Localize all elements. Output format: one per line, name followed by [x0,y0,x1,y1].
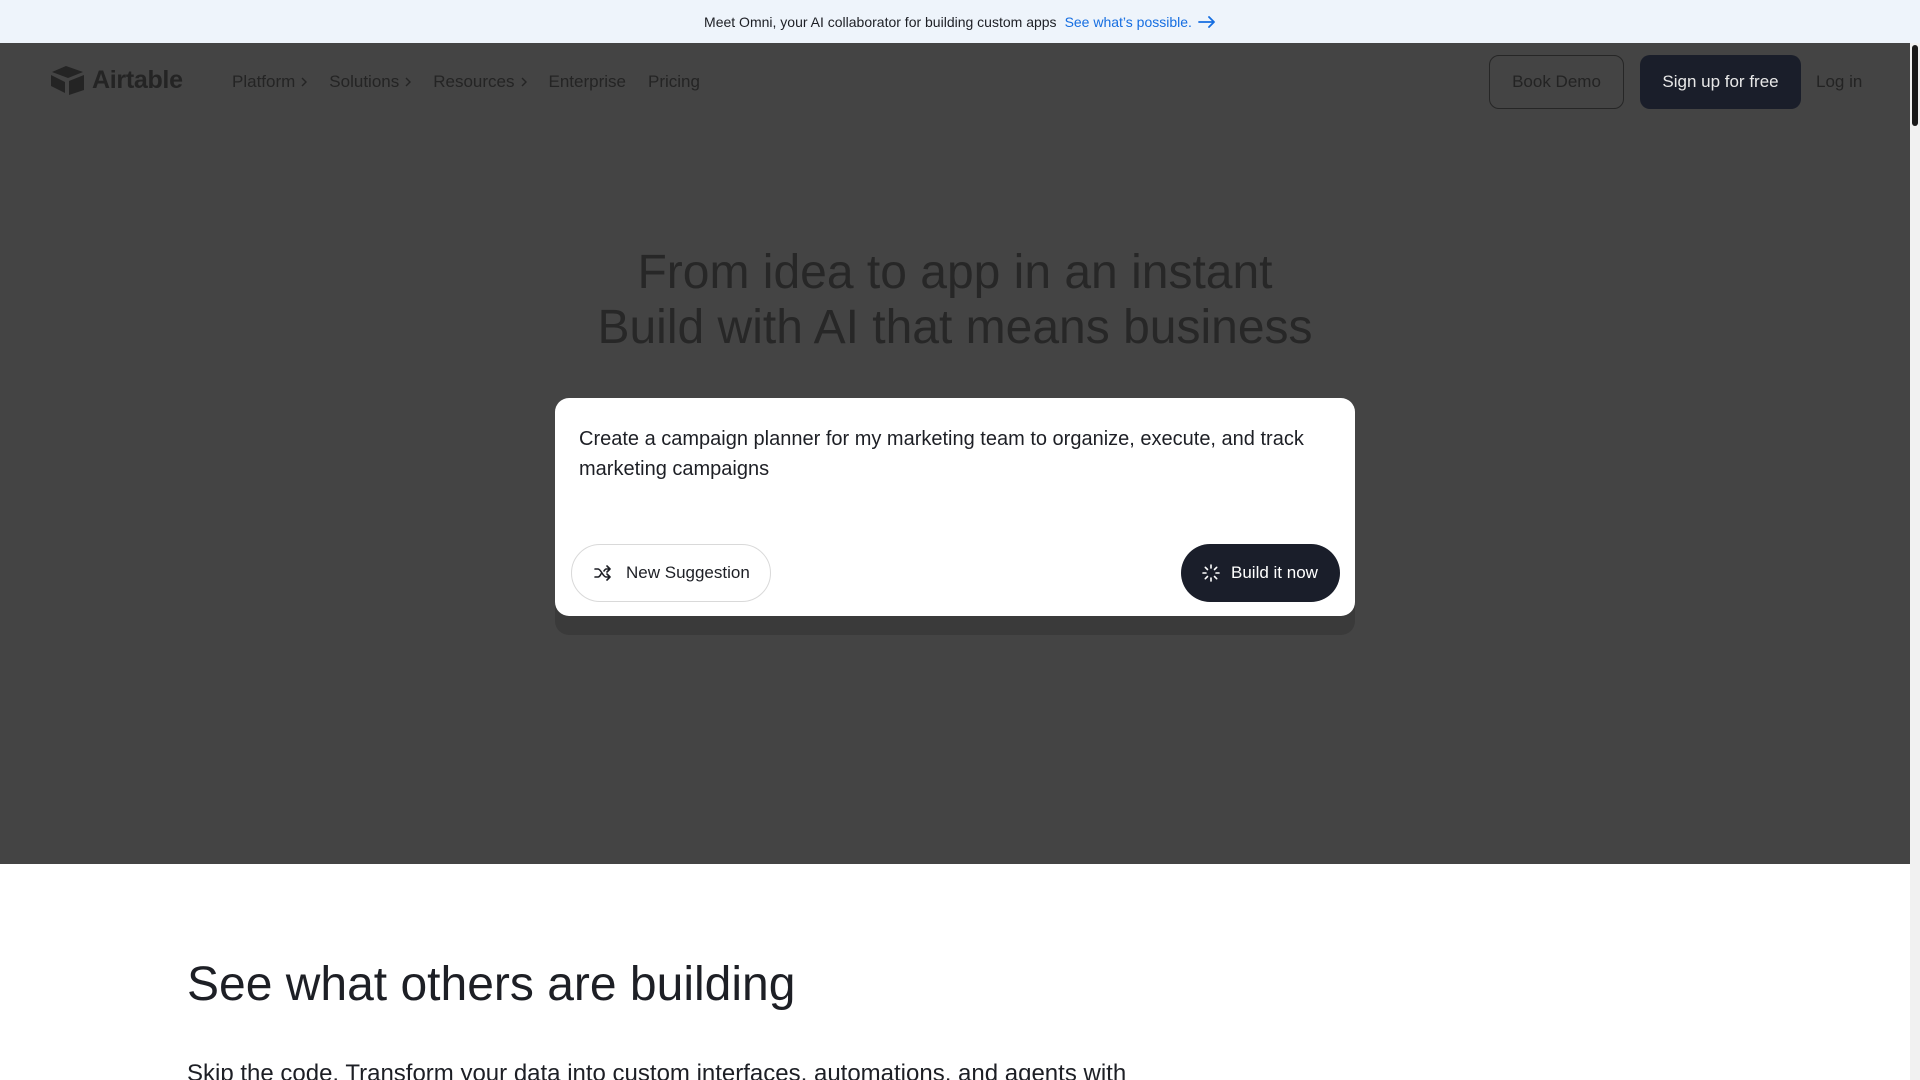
page-scrollbar[interactable] [1910,43,1920,1080]
nav-links: Platform Solutions Resources Enterprise … [232,43,722,120]
log-in-link[interactable]: Log in [1816,55,1862,109]
chevron-right-icon [521,77,527,86]
section-subtitle: Skip the code. Transform your data into … [187,1060,1127,1080]
hero-section: Airtable Platform Solutions Resources En… [0,43,1910,864]
banner-message: Meet Omni, your AI collaborator for buil… [704,13,1057,30]
nav-item-solutions[interactable]: Solutions [329,71,412,92]
hero-headline: From idea to app in an instant Build wit… [0,245,1910,355]
build-it-now-button[interactable]: Build it now [1181,544,1340,602]
prompt-input[interactable]: Create a campaign planner for my marketi… [579,424,1339,484]
nav-item-label: Pricing [647,71,700,91]
build-it-now-label: Build it now [1231,563,1318,582]
nav-item-label: Platform [232,71,296,91]
arrow-right-icon [1198,15,1215,28]
chevron-right-icon [405,77,412,86]
nav-item-label: Solutions [329,71,400,91]
new-suggestion-label: New Suggestion [626,563,750,582]
loading-spinner-icon [1202,564,1220,582]
prompt-card: Create a campaign planner for my marketi… [555,398,1355,616]
section-title: See what others are building [187,958,796,1011]
logo-text: Airtable [92,65,183,94]
announcement-banner: Meet Omni, your AI collaborator for buil… [0,0,1920,43]
shuffle-icon [594,565,611,581]
headline-line-1: From idea to app in an instant [637,246,1273,299]
nav-item-platform[interactable]: Platform [232,71,308,92]
nav-item-label: Enterprise [548,71,626,91]
banner-link-label: See what’s possible. [1064,13,1192,30]
nav-item-label: Resources [433,71,515,91]
nav-item-resources[interactable]: Resources [433,71,527,92]
headline-line-2: Build with AI that means business [597,301,1313,354]
chevron-right-icon [301,77,308,86]
sign-up-button[interactable]: Sign up for free [1640,55,1801,109]
nav-item-enterprise[interactable]: Enterprise [549,72,626,92]
new-suggestion-button[interactable]: New Suggestion [571,544,771,602]
nav-item-pricing[interactable]: Pricing [648,72,700,92]
book-demo-button[interactable]: Book Demo [1489,55,1624,109]
airtable-logo-icon [51,66,84,95]
airtable-logo[interactable]: Airtable [50,65,183,95]
banner-link[interactable]: See what’s possible. [1065,14,1216,30]
top-nav: Airtable Platform Solutions Resources En… [0,43,1910,120]
scrollbar-thumb[interactable] [1912,45,1918,126]
